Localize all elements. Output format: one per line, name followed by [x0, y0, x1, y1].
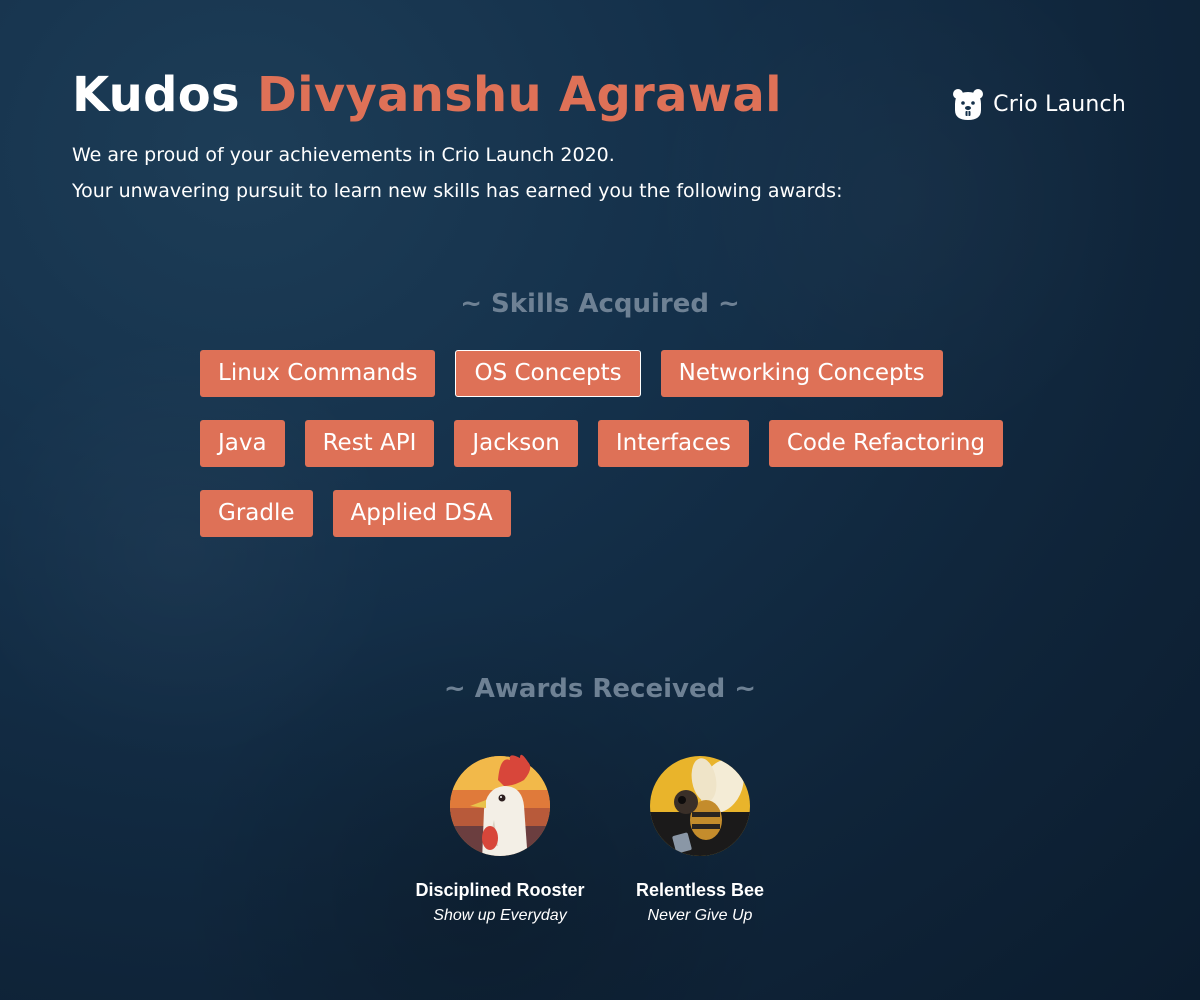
skills-list: Linux Commands OS Concepts Networking Co… [200, 350, 1020, 560]
recipient-name: Divyanshu Agrawal [256, 67, 782, 123]
skills-heading: ~ Skills Acquired ~ [460, 289, 740, 319]
award-item: Disciplined Rooster Show up Everyday [400, 750, 600, 925]
skill-chip[interactable]: Linux Commands [200, 350, 436, 397]
skill-chip[interactable]: Networking Concepts [660, 350, 943, 397]
awards-heading: ~ Awards Received ~ [443, 674, 757, 704]
page-title: Kudos Divyanshu Agrawal [72, 66, 782, 124]
skill-chip[interactable]: Code Refactoring [768, 420, 1004, 467]
skills-row-3: Gradle Applied DSA [200, 490, 1020, 537]
award-name: Relentless Bee [635, 880, 765, 900]
brand-name: Crio Launch [993, 91, 1126, 117]
skill-chip[interactable]: Jackson [454, 420, 578, 467]
rooster-badge-icon [450, 754, 550, 856]
skill-chip[interactable]: Rest API [304, 420, 435, 467]
brand-logo: Crio Launch [951, 86, 1126, 122]
skill-chip[interactable]: Applied DSA [332, 490, 511, 537]
skills-row-1: Linux Commands OS Concepts Networking Co… [200, 350, 1020, 397]
award-tagline: Show up Everyday [433, 907, 567, 924]
skill-chip[interactable]: Gradle [200, 490, 313, 537]
skills-row-2: Java Rest API Jackson Interfaces Code Re… [200, 420, 1020, 467]
award-name: Disciplined Rooster [415, 880, 585, 900]
intro-line-2: Your unwavering pursuit to learn new ski… [72, 180, 843, 202]
bee-badge-icon [650, 756, 750, 856]
skill-chip[interactable]: Java [200, 420, 285, 467]
skill-chip[interactable]: Interfaces [597, 420, 749, 467]
award-item: Relentless Bee Never Give Up [600, 750, 800, 925]
skill-chip[interactable]: OS Concepts [455, 350, 641, 397]
intro-line-1: We are proud of your achievements in Cri… [72, 144, 615, 166]
greeting-text: Kudos [72, 67, 240, 123]
award-tagline: Never Give Up [647, 907, 753, 924]
beaver-logo-icon [953, 89, 984, 120]
